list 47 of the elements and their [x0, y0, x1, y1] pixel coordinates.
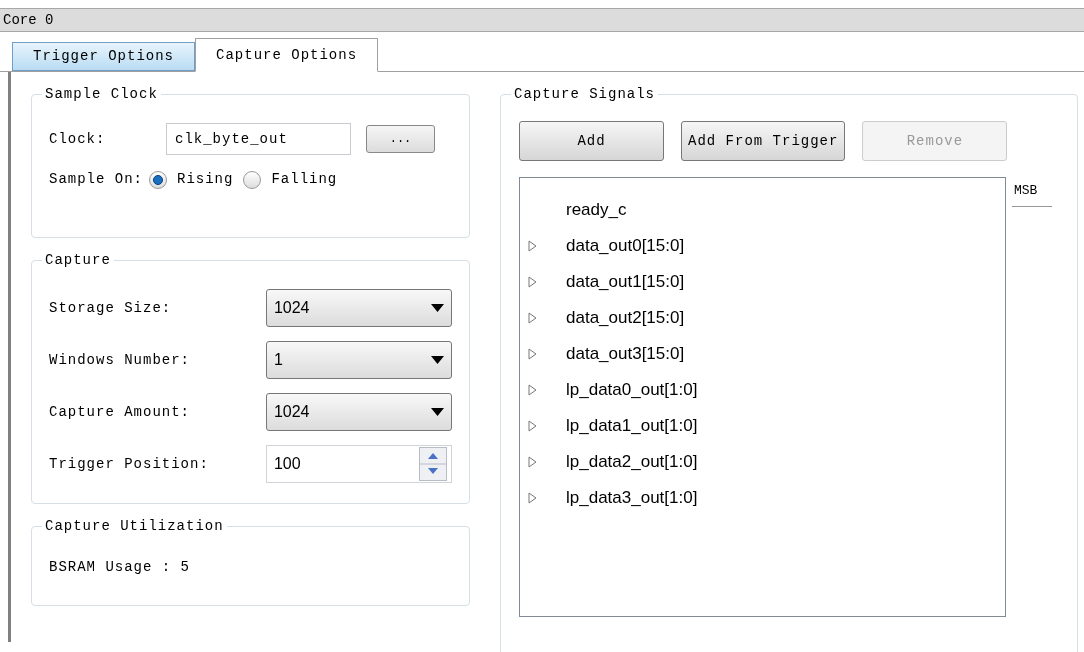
field-label: Trigger Position: [49, 454, 210, 474]
expand-triangle-icon[interactable] [528, 312, 537, 324]
group-title: Sample Clock [42, 85, 161, 103]
field-label: Storage Size: [49, 298, 173, 318]
field-label: Capture Amount: [49, 402, 192, 422]
signal-name[interactable]: ready_c [566, 197, 627, 223]
group-title: Capture Utilization [42, 517, 227, 535]
signal-name[interactable]: data_out3[15:0] [566, 341, 685, 367]
signal-button[interactable]: Add From Trigger [681, 121, 846, 161]
signal-button[interactable]: Add [519, 121, 664, 161]
signal-name[interactable]: lp_data3_out[1:0] [566, 485, 698, 511]
expand-triangle-icon[interactable] [528, 348, 537, 360]
browse-button[interactable]: ... [366, 125, 435, 153]
tab[interactable]: Capture Options [195, 38, 379, 72]
dropdown[interactable]: 1 [265, 341, 452, 379]
expand-triangle-icon[interactable] [528, 492, 537, 504]
clock-field[interactable]: clk_byte_out [166, 123, 351, 155]
usage-text: BSRAM Usage : 5 [49, 558, 192, 577]
dropdown-arrow-icon [431, 408, 444, 416]
signal-name[interactable]: data_out1[15:0] [566, 269, 685, 295]
field-label: Clock: [49, 129, 107, 149]
field-label: Windows Number: [49, 350, 192, 370]
column-header: MSB [1012, 177, 1052, 207]
tab[interactable]: Trigger Options [12, 42, 196, 71]
dropdown[interactable]: 1024 [265, 289, 452, 327]
number-field[interactable]: 100 [265, 445, 452, 483]
signal-list[interactable]: ready_c data_out0[15:0] data_out1[15:0] data_out2[15:0] data_out3[15:0] lp_data0_out[1:0] lp_data1_out[1:0] lp_data2_out[1:0] lp_data3_out[1:0] [519, 177, 1006, 617]
expand-triangle-icon[interactable] [528, 456, 537, 468]
radio-option[interactable]: Rising [149, 169, 234, 190]
dropdown-arrow-icon [431, 356, 444, 364]
expand-triangle-icon[interactable] [528, 384, 537, 396]
dropdown[interactable]: 1024 [265, 393, 452, 431]
radio-option[interactable]: Falling [243, 169, 338, 190]
signal-name[interactable]: data_out2[15:0] [566, 305, 685, 331]
signal-name[interactable]: lp_data0_out[1:0] [566, 377, 698, 403]
expand-triangle-icon[interactable] [528, 240, 537, 252]
panel-title: Core 0 [3, 10, 54, 30]
expand-triangle-icon[interactable] [528, 276, 537, 288]
signal-name[interactable]: data_out0[15:0] [566, 233, 685, 259]
expand-triangle-icon[interactable] [528, 420, 537, 432]
dropdown-arrow-icon [431, 304, 444, 312]
spin-arrows-icon[interactable] [419, 447, 447, 481]
signal-name[interactable]: lp_data2_out[1:0] [566, 449, 698, 475]
field-label: Sample On: [49, 170, 143, 189]
group-title: Capture Signals [511, 85, 659, 103]
signal-name[interactable]: lp_data1_out[1:0] [566, 413, 698, 439]
group-title: Capture [42, 251, 114, 269]
